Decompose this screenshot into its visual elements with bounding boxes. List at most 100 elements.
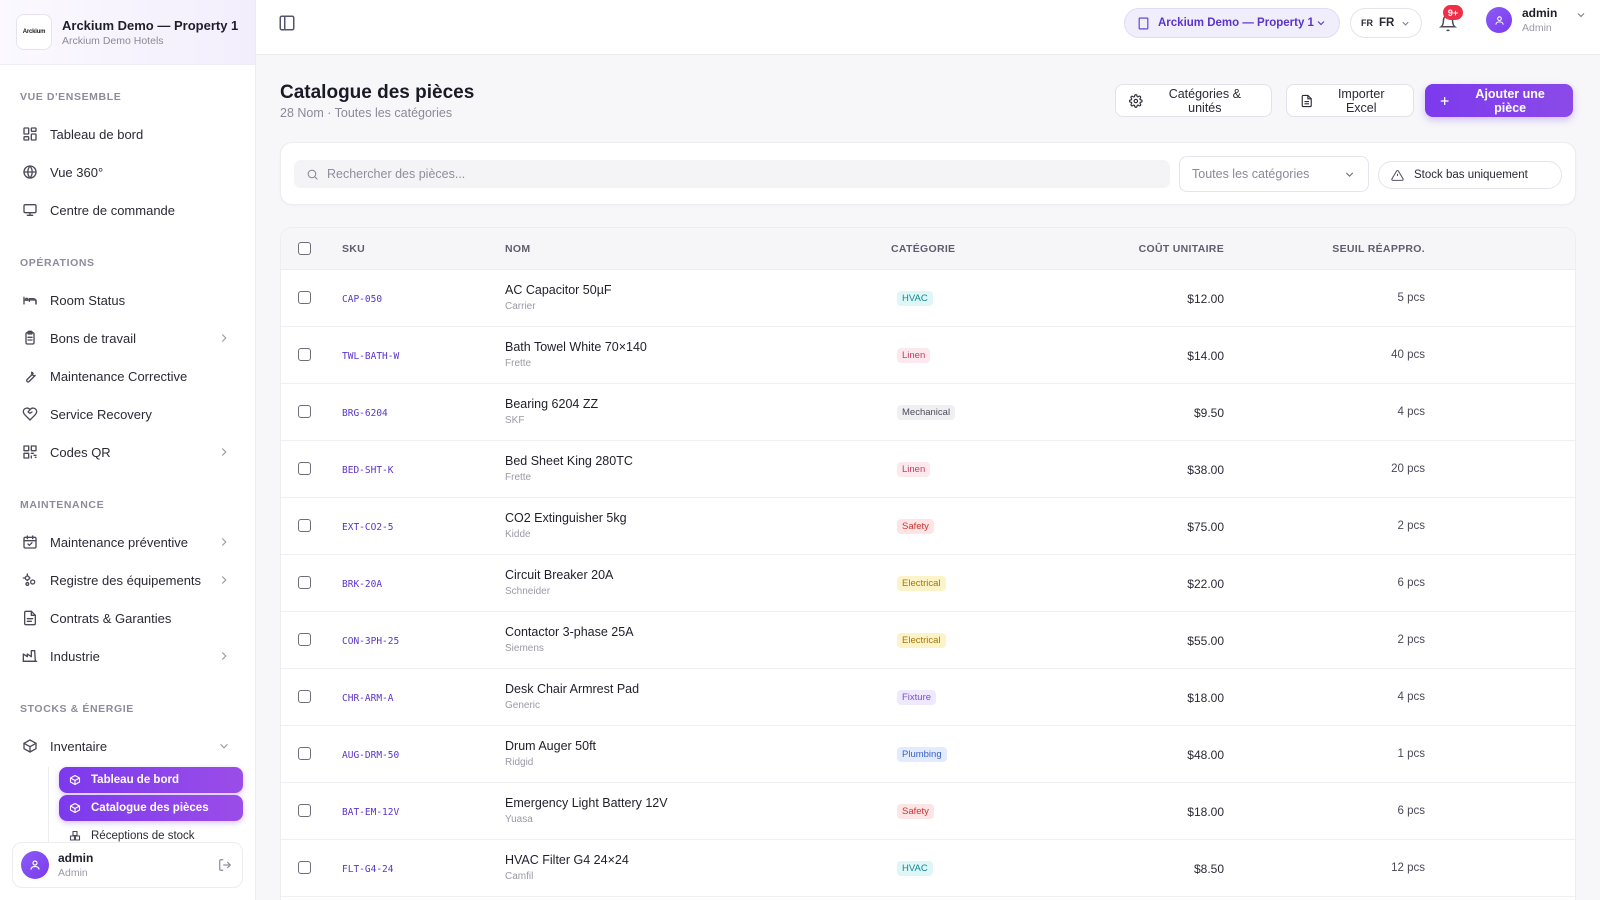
- row-checkbox[interactable]: [298, 804, 311, 817]
- dashboard-icon: [23, 127, 37, 141]
- table-row[interactable]: BRK-20A Circuit Breaker 20A Schneider Elect…: [281, 555, 1575, 612]
- row-unit-cost: $48.00: [1187, 748, 1224, 762]
- row-part-name[interactable]: Drum Auger 50ft: [505, 739, 596, 753]
- row-checkbox[interactable]: [298, 405, 311, 418]
- sidebar-item[interactable]: Codes QR: [12, 433, 243, 471]
- row-sku: AUG-DRM-50: [342, 750, 400, 761]
- row-part-name[interactable]: CO2 Extinguisher 5kg: [505, 511, 627, 525]
- row-part-name[interactable]: AC Capacitor 50µF: [505, 283, 612, 297]
- row-checkbox[interactable]: [298, 519, 311, 532]
- row-brand: SKF: [505, 415, 525, 426]
- import-excel-button[interactable]: Importer Excel: [1286, 84, 1414, 117]
- row-sku: BED-SHT-K: [342, 465, 394, 476]
- select-all-checkbox[interactable]: [298, 242, 311, 255]
- inventory-sub-item[interactable]: Catalogue des pièces: [59, 795, 243, 821]
- sidebar-item[interactable]: Maintenance Corrective: [12, 357, 243, 395]
- plus-icon: [1440, 96, 1449, 105]
- row-reorder-threshold: 6 pcs: [1397, 805, 1426, 817]
- row-unit-cost: $18.00: [1187, 691, 1224, 705]
- table-row[interactable]: BED-SHT-K Bed Sheet King 280TC Frette Linen…: [281, 441, 1575, 498]
- row-category-badge: Electrical: [897, 633, 946, 648]
- row-category-badge: Linen: [897, 462, 931, 477]
- row-part-name[interactable]: Bed Sheet King 280TC: [505, 454, 633, 468]
- table-row[interactable]: CAP-050 AC Capacitor 50µF Carrier HVAC $12.0…: [281, 270, 1575, 327]
- row-checkbox[interactable]: [298, 861, 311, 874]
- col-header-name[interactable]: NOM: [505, 243, 530, 255]
- sidebar-item[interactable]: Inventaire: [12, 727, 243, 765]
- row-reorder-threshold: 5 pcs: [1397, 292, 1426, 304]
- row-unit-cost: $75.00: [1187, 520, 1224, 534]
- col-header-category[interactable]: CATÉGORIE: [891, 243, 955, 255]
- sidebar-item[interactable]: Registre des équipements: [12, 561, 243, 599]
- row-brand: Schneider: [505, 586, 551, 597]
- row-part-name[interactable]: Bearing 6204 ZZ: [505, 397, 598, 411]
- row-checkbox[interactable]: [298, 633, 311, 646]
- property-selector[interactable]: Arckium Demo — Property 1: [1124, 8, 1340, 38]
- row-part-name[interactable]: Desk Chair Armrest Pad: [505, 682, 639, 696]
- row-checkbox[interactable]: [298, 291, 311, 304]
- table-row[interactable]: BRG-6204 Bearing 6204 ZZ SKF Mechanical $9.5…: [281, 384, 1575, 441]
- sidebar-item[interactable]: Tableau de bord: [12, 115, 243, 153]
- row-unit-cost: $38.00: [1187, 463, 1224, 477]
- user-avatar: [21, 851, 49, 879]
- row-part-name[interactable]: Circuit Breaker 20A: [505, 568, 613, 582]
- row-sku: CAP-050: [342, 294, 383, 305]
- file-icon: [1301, 94, 1312, 107]
- table-row[interactable]: CHR-ARM-A Desk Chair Armrest Pad Generic Fi…: [281, 669, 1575, 726]
- row-brand: Frette: [505, 358, 532, 369]
- user-icon: [30, 860, 40, 870]
- row-part-name[interactable]: Bath Towel White 70×140: [505, 340, 647, 354]
- inventory-submenu: Tableau de bord Catalogue des pièces Récep…: [48, 767, 243, 849]
- row-checkbox[interactable]: [298, 348, 311, 361]
- row-part-name[interactable]: Contactor 3-phase 25A: [505, 625, 634, 639]
- sidebar-item[interactable]: Vue 360°: [12, 153, 243, 191]
- sidebar-item[interactable]: Contrats & Garanties: [12, 599, 243, 637]
- language-selector[interactable]: FR FR: [1350, 8, 1422, 38]
- row-part-name[interactable]: Emergency Light Battery 12V: [505, 796, 668, 810]
- table-row[interactable]: EXT-CO2-5 CO2 Extinguisher 5kg Kidde Safety…: [281, 498, 1575, 555]
- row-reorder-threshold: 4 pcs: [1397, 406, 1426, 418]
- sidebar-user-card[interactable]: admin Admin: [12, 842, 243, 888]
- user-avatar: [1486, 7, 1512, 33]
- category-select[interactable]: Toutes les catégories: [1179, 156, 1369, 192]
- row-reorder-threshold: 12 pcs: [1391, 862, 1425, 874]
- table-row[interactable]: TWL-BATH-W Bath Towel White 70×140 Frette L…: [281, 327, 1575, 384]
- warning-icon: [1391, 169, 1404, 181]
- logout-icon[interactable]: [218, 858, 232, 872]
- table-row[interactable]: FLT-G4-24 HVAC Filter G4 24×24 Camfil HVAC $…: [281, 840, 1575, 897]
- sidebar-item[interactable]: Bons de travail: [12, 319, 243, 357]
- table-row[interactable]: CON-3PH-25 Contactor 3-phase 25A Siemens El…: [281, 612, 1575, 669]
- row-part-name[interactable]: HVAC Filter G4 24×24: [505, 853, 629, 867]
- table-row[interactable]: BAT-EM-12V Emergency Light Battery 12V Yua…: [281, 783, 1575, 840]
- sidebar-item-label: Centre de commande: [50, 202, 176, 218]
- col-header-reorder[interactable]: SEUIL RÉAPPRO.: [1332, 243, 1425, 255]
- chevron-down-icon: [1577, 13, 1585, 18]
- categories-units-button[interactable]: Catégories & unités: [1115, 84, 1272, 117]
- sidebar-item[interactable]: Industrie: [12, 637, 243, 675]
- row-checkbox[interactable]: [298, 747, 311, 760]
- sidebar-item[interactable]: Service Recovery: [12, 395, 243, 433]
- col-header-sku[interactable]: SKU: [342, 243, 365, 255]
- row-sku: BRG-6204: [342, 408, 388, 419]
- col-header-unit-cost[interactable]: COÛT UNITAIRE: [1139, 243, 1224, 255]
- search-box[interactable]: [294, 160, 1170, 188]
- table-row[interactable]: AUG-DRM-50 Drum Auger 50ft Ridgid Plumbing $…: [281, 726, 1575, 783]
- row-checkbox[interactable]: [298, 576, 311, 589]
- sidebar-item[interactable]: Room Status: [12, 281, 243, 319]
- low-stock-toggle[interactable]: Stock bas uniquement: [1378, 161, 1562, 189]
- add-part-button[interactable]: Ajouter une pièce: [1425, 84, 1573, 117]
- sidebar-toggle-icon[interactable]: [278, 14, 296, 32]
- row-reorder-threshold: 4 pcs: [1397, 691, 1426, 703]
- search-input[interactable]: [327, 167, 1147, 181]
- sidebar-item-label: Industrie: [50, 648, 100, 664]
- topbar-user-menu[interactable]: admin Admin: [1486, 6, 1587, 34]
- categories-units-label: Catégories & unités: [1168, 86, 1241, 115]
- brand-header[interactable]: Arckium Arckium Demo — Property 1 Arckiu…: [0, 0, 255, 65]
- row-checkbox[interactable]: [298, 462, 311, 475]
- inventory-sub-item[interactable]: Tableau de bord: [59, 767, 243, 793]
- row-checkbox[interactable]: [298, 690, 311, 703]
- sidebar-item[interactable]: Centre de commande: [12, 191, 243, 229]
- qr-code-icon: [23, 445, 37, 459]
- sidebar-item[interactable]: Maintenance préventive: [12, 523, 243, 561]
- wrench-icon: [26, 371, 36, 383]
